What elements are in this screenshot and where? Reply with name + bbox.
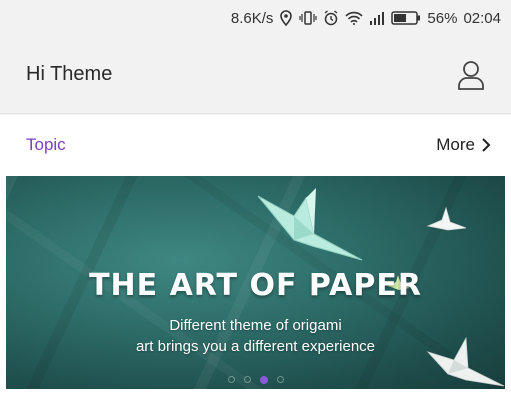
more-label: More	[436, 135, 475, 154]
content-area: Topic More THE ART OF PAPER Different th…	[0, 115, 511, 400]
signal-icon	[369, 11, 385, 25]
location-icon	[279, 10, 293, 26]
topic-banner[interactable]: THE ART OF PAPER Different theme of orig…	[6, 176, 505, 389]
wifi-icon	[345, 11, 364, 25]
alarm-icon	[323, 10, 339, 26]
battery-icon	[391, 11, 421, 25]
net-speed: 8.6K/s	[230, 9, 274, 27]
carousel-dot-1[interactable]	[227, 376, 235, 383]
carousel-dot-2[interactable]	[243, 376, 251, 383]
banner-subtitle-line2: art brings you a different experience	[135, 338, 376, 355]
vibrate-icon	[299, 10, 318, 26]
app-header: Hi Theme	[0, 36, 511, 114]
banner-subtitle-line1: Different theme of origami	[169, 317, 342, 334]
profile-button[interactable]	[455, 59, 487, 91]
carousel-indicator	[6, 376, 505, 384]
more-link[interactable]: More	[436, 135, 491, 155]
carousel-dot-4[interactable]	[276, 376, 284, 383]
banner-title: THE ART OF PAPER	[89, 268, 422, 303]
topic-section-header: Topic More	[0, 115, 511, 175]
clock: 02:04	[463, 9, 501, 27]
carousel-dot-3-active[interactable]	[259, 376, 268, 384]
battery-percent: 56%	[427, 9, 458, 27]
status-bar: 8.6K/s 56% 02:04	[0, 0, 511, 36]
section-title: Topic	[26, 135, 66, 154]
large-crane-icon	[257, 188, 363, 261]
chevron-right-icon	[482, 138, 491, 152]
person-icon	[458, 60, 484, 90]
page-title: Hi Theme	[26, 63, 113, 85]
small-crane-icon	[426, 206, 467, 231]
